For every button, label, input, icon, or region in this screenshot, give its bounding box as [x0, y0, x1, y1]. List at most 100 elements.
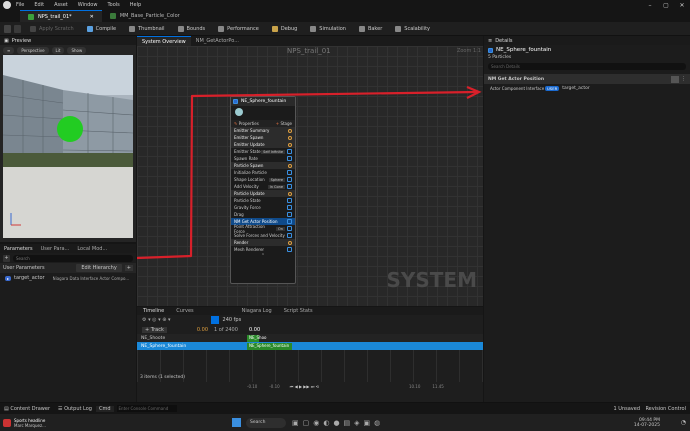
scalability-icon [395, 25, 402, 32]
param-row[interactable]: ▸ target_actor Niagara Data Interface Ac… [0, 273, 136, 283]
apply-scratch-button[interactable]: Apply Scratch [25, 24, 79, 34]
console-input[interactable]: Enter Console Command [116, 405, 177, 412]
track-row-selected[interactable]: NE_Sphere_fountain NE_Sphere_fountain [137, 342, 483, 350]
details-title: Details [495, 37, 513, 44]
preview-panel: ▣ Preview ≡ Perspective Lit Show [0, 36, 136, 242]
show-button[interactable]: Show [67, 46, 87, 54]
details-search-input[interactable]: Search Details [488, 63, 686, 70]
fps-dropdown[interactable]: 240 fps [223, 317, 242, 323]
details-particles: 5 Particles [488, 55, 512, 60]
taskbar-app-icons[interactable]: ▣▢◉◐●▤◈▣◍ [292, 419, 384, 427]
tab-parameters[interactable]: Parameters [0, 246, 37, 252]
emitter-enable-checkbox[interactable] [488, 47, 493, 53]
add-track-button[interactable]: + Track [142, 326, 167, 333]
menu-edit[interactable]: Edit [34, 2, 44, 8]
content-drawer-button[interactable]: ▤ Content Drawer [0, 406, 54, 412]
view-end[interactable]: 10.10 [409, 384, 420, 389]
snap-icon[interactable] [210, 316, 219, 324]
tab-timeline[interactable]: Timeline [137, 308, 170, 314]
output-log-button[interactable]: ☰ Output Log [54, 406, 96, 412]
notification-icon[interactable]: ◔ [681, 419, 686, 426]
tab-local-modules[interactable]: Local Mod... [73, 246, 111, 252]
clock-date: 14-07-2025 [633, 422, 660, 428]
revision-control-button[interactable]: Revision Control [645, 406, 686, 412]
menu-tools[interactable]: Tools [107, 2, 119, 8]
track-clip[interactable]: NE_Sphere_fountain [247, 342, 292, 350]
timeline-grid: 3 items (1 selected) [137, 350, 483, 382]
module-note-icon[interactable] [671, 75, 679, 83]
maximize-icon[interactable]: ▢ [658, 2, 674, 9]
user-params-row: User Parameters Edit Hierarchy + [0, 263, 136, 273]
time-start[interactable]: 0.00 [197, 327, 208, 333]
minimize-icon[interactable]: – [642, 2, 658, 9]
taskbar-search[interactable]: Search [246, 417, 286, 428]
scalability-label: Scalability [404, 25, 430, 32]
performance-button[interactable]: Performance [213, 24, 264, 34]
niagara-system-icon [28, 13, 34, 20]
baker-button[interactable]: Baker [354, 24, 387, 34]
compile-label: Compile [95, 25, 117, 32]
preview-viewport[interactable] [3, 55, 133, 238]
add-param-button[interactable]: + [124, 265, 133, 271]
tab-material[interactable]: MM_Base_Particle_Color [102, 10, 188, 22]
material-icon [109, 13, 116, 19]
unsaved-indicator[interactable]: 1 Unsaved [614, 406, 640, 412]
simulation-label: Simulation [319, 25, 346, 32]
params-search-row: + Search [0, 253, 136, 263]
bounds-icon [177, 25, 184, 32]
user-params-label: User Parameters [3, 265, 45, 271]
edit-hierarchy-button[interactable]: Edit Hierarchy [76, 264, 122, 272]
cmd-dropdown[interactable]: Cmd [95, 405, 114, 412]
tab-user-parameters[interactable]: User Para... [37, 246, 74, 252]
windows-start-icon[interactable] [232, 418, 241, 427]
playback-controls[interactable]: ⏮ ◀ ▶ ▶▶ ⏭ ⟲ [290, 384, 319, 389]
tab-nps-trail[interactable]: NPS_trail_01* ✕ [20, 10, 102, 22]
track-clip[interactable]: NE_Shoo [247, 334, 267, 342]
timeline-toolbar: ⚙ ▾ ◎ ▾ ⊕ ▾ 240 fps [137, 315, 483, 325]
tab-curves[interactable]: Curves [170, 308, 199, 314]
document-tabs: NPS_trail_01* ✕ MM_Base_Particle_Color [0, 10, 690, 22]
debug-icon [271, 25, 278, 32]
range-start[interactable]: -0.10 [247, 384, 257, 389]
debug-label: Debug [280, 25, 298, 32]
tab-niagara-log[interactable]: Niagara Log [236, 308, 278, 314]
viewport-menu-button[interactable]: ≡ [3, 46, 15, 54]
apply-scratch-label: Apply Scratch [39, 25, 74, 32]
actor-component-value[interactable]: target_actor [562, 86, 590, 91]
news-widget[interactable]: Sports headline Marc Marquez... [14, 418, 46, 428]
close-icon[interactable]: ✕ [674, 2, 690, 9]
bounds-button[interactable]: Bounds [173, 24, 211, 34]
module-menu-icon[interactable]: ⋮ [681, 76, 686, 83]
track-row[interactable]: NE_Shoote NE_Shoo [137, 334, 483, 342]
clock[interactable]: 09:44 PM 14-07-2025 [634, 418, 660, 428]
thumbnail-button[interactable]: Thumbnail [124, 24, 169, 34]
save-icon[interactable] [4, 24, 11, 33]
perspective-button[interactable]: Perspective [17, 46, 49, 54]
params-search-input[interactable]: Search [13, 254, 133, 262]
frame-counter: 1 of 2400 [214, 326, 238, 333]
module-header[interactable]: NM Get Actor Position ⋮ [484, 74, 690, 84]
menu-file[interactable]: File [16, 2, 24, 8]
menu-asset[interactable]: Asset [54, 2, 68, 8]
simulation-button[interactable]: Simulation [305, 24, 351, 34]
lit-button[interactable]: Lit [51, 46, 65, 54]
menu-window[interactable]: Window [78, 2, 98, 8]
user-badge: ▸ [5, 275, 12, 281]
log-icon: ☰ [58, 405, 63, 412]
drawer-icon: ▤ [4, 405, 9, 412]
view-start[interactable]: -0.10 [269, 384, 279, 389]
timeline-tools-icon[interactable]: ⚙ ▾ ◎ ▾ ⊕ ▾ [142, 317, 171, 323]
time-cursor-label: 0.00 [249, 326, 261, 333]
debug-button[interactable]: Debug [267, 24, 302, 34]
details-icon: ≡ [488, 37, 493, 44]
performance-icon [218, 25, 225, 32]
scalability-button[interactable]: Scalability [390, 24, 435, 34]
menu-help[interactable]: Help [130, 2, 141, 8]
add-icon[interactable]: + [3, 254, 10, 262]
tab-close-icon[interactable]: ✕ [90, 14, 94, 20]
browse-icon[interactable] [14, 24, 21, 33]
range-end[interactable]: 11.45 [432, 384, 443, 389]
tab-script-stats[interactable]: Script Stats [278, 308, 319, 314]
compile-button[interactable]: Compile [82, 24, 121, 34]
baker-icon [358, 25, 365, 32]
